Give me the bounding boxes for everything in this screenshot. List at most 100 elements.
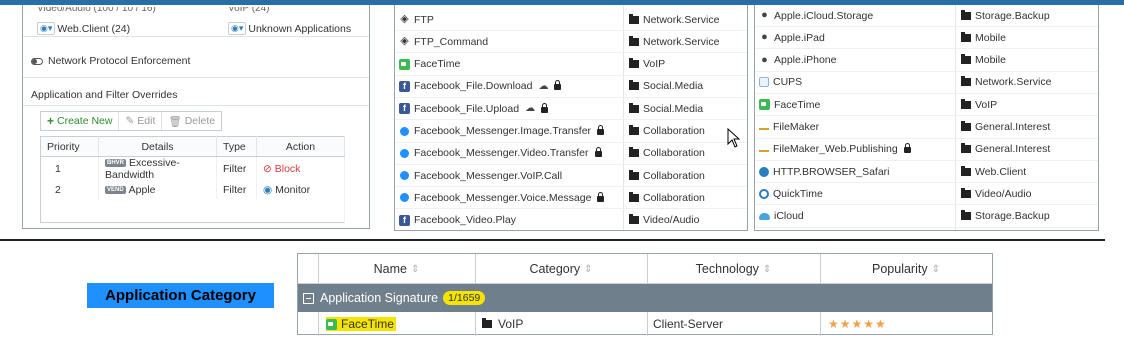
app-category: Network.Service bbox=[961, 76, 1051, 88]
list-item[interactable]: Facebook_Messenger.Voice.Message Collabor… bbox=[395, 187, 747, 210]
list-item[interactable]: CUPS Network.Service bbox=[755, 72, 1098, 94]
list-item[interactable]: ◈ FTP Network.Service bbox=[395, 9, 747, 31]
folder-icon bbox=[961, 76, 971, 87]
create-new-button[interactable]: + Create New bbox=[41, 112, 120, 130]
list-item[interactable]: FileMaker_Web.Publishing General.Interest bbox=[755, 139, 1098, 161]
facebook-icon: f bbox=[399, 214, 410, 226]
list-item[interactable]: FileMaker General.Interest bbox=[755, 117, 1098, 139]
folder-icon bbox=[629, 169, 639, 180]
folder-icon bbox=[961, 121, 971, 131]
app-name-text: Facebook_File.Upload bbox=[414, 102, 520, 115]
list-item[interactable]: ● Apple.iCloud.Storage Storage.Backup bbox=[755, 5, 1098, 27]
app-category-text: Collaboration bbox=[643, 191, 705, 204]
app-category-text: Collaboration bbox=[643, 169, 705, 182]
folder-icon bbox=[629, 147, 639, 158]
app-name-text: Facebook_Messenger.Video.Transfer bbox=[414, 147, 589, 160]
filter-web-client[interactable]: ◉▾ Web.Client (24) bbox=[37, 22, 130, 35]
messenger-icon bbox=[400, 171, 409, 181]
folder-icon bbox=[961, 31, 971, 42]
app-category-text: VoIP bbox=[975, 98, 998, 111]
apple-icon: ● bbox=[761, 31, 768, 44]
list-item[interactable]: iCloud Storage.Backup bbox=[755, 206, 1098, 228]
app-name-text: Facebook_Messenger.Image.Transfer bbox=[414, 125, 592, 137]
col-technology[interactable]: Technology ⇕ bbox=[647, 254, 820, 284]
app-category-text: Mobile bbox=[975, 31, 1006, 44]
app-category: Collaboration bbox=[629, 191, 705, 204]
app-name: Facebook_Messenger.Video.Transfer bbox=[399, 147, 602, 159]
col-popularity[interactable]: Popularity ⇕ bbox=[820, 254, 992, 284]
app-category-text: General.Interest bbox=[975, 143, 1051, 156]
folder-icon bbox=[629, 35, 639, 46]
row-action: ⊘ Block bbox=[256, 156, 345, 181]
column-divider bbox=[475, 254, 476, 284]
folder-icon bbox=[629, 214, 639, 225]
icloud-icon bbox=[759, 212, 770, 220]
app-category-text: VoIP bbox=[643, 58, 666, 71]
app-name: Facebook_Messenger.VoIP.Call bbox=[399, 170, 562, 182]
filter-unknown-apps[interactable]: ◉▾ Unknown Applications bbox=[228, 22, 351, 35]
folder-icon bbox=[482, 318, 492, 328]
mouse-cursor-icon bbox=[727, 128, 741, 148]
app-category-text: Video/Audio bbox=[975, 187, 1032, 200]
list-item[interactable]: f Facebook_File.Download ☁ Social.Media bbox=[395, 76, 747, 98]
facetime-icon bbox=[326, 318, 337, 330]
overrides-header-row: Priority Details Type Action bbox=[40, 136, 345, 157]
protocol-enforcement-toggle[interactable]: Network Protocol Enforcement bbox=[31, 55, 190, 67]
list-item[interactable]: ● Apple.iPhone Mobile bbox=[755, 50, 1098, 72]
app-category-text: General.Interest bbox=[975, 121, 1051, 133]
apple-icon: ● bbox=[761, 9, 768, 21]
col-category[interactable]: Category ⇕ bbox=[475, 254, 647, 284]
app-name-text: Apple.iPad bbox=[774, 31, 825, 44]
toggle-icon[interactable] bbox=[31, 57, 43, 65]
sort-icon: ⇕ bbox=[410, 263, 420, 275]
col-action[interactable]: Action bbox=[256, 136, 345, 157]
app-name: Facebook_Messenger.Image.Transfer bbox=[399, 125, 605, 137]
app-name: ● Apple.iPhone bbox=[759, 54, 836, 66]
column-divider bbox=[647, 312, 648, 336]
list-item[interactable]: ● Apple.iPad Mobile bbox=[755, 27, 1098, 50]
quicktime-icon bbox=[759, 188, 769, 199]
app-name: f Facebook_File.Download ☁ bbox=[399, 80, 562, 93]
app-name-text: CUPS bbox=[773, 76, 803, 89]
ftp-icon: ◈ bbox=[400, 13, 409, 25]
app-name: ● Apple.iPad bbox=[759, 32, 825, 44]
edit-button[interactable]: ✎ Edit bbox=[119, 112, 163, 130]
table-row[interactable]: FaceTime VoIP Client-Server ★★★★★ bbox=[298, 312, 992, 336]
result-count-badge: 1/1659 bbox=[443, 291, 486, 305]
column-divider bbox=[820, 312, 821, 336]
folder-icon bbox=[961, 187, 971, 198]
table-row[interactable]: 2 VEND Apple Filter ◉ Monitor bbox=[40, 181, 345, 199]
eye-dropdown-icon[interactable]: ◉▾ bbox=[37, 22, 56, 35]
col-priority[interactable]: Priority bbox=[40, 136, 99, 157]
eye-dropdown-icon[interactable]: ◉▾ bbox=[228, 22, 247, 35]
group-row[interactable]: Application Signature 1/1659 bbox=[298, 284, 992, 312]
app-name-text: Facebook_File.Download bbox=[414, 80, 533, 93]
app-name: f Facebook_Video.Play bbox=[399, 214, 516, 226]
facebook-icon: f bbox=[399, 103, 410, 115]
list-item[interactable]: Facebook_Messenger.VoIP.Call Collaboratio… bbox=[395, 165, 747, 188]
list-item[interactable]: FaceTime VoIP bbox=[395, 54, 747, 76]
section-divider bbox=[0, 239, 1105, 241]
collapse-icon[interactable] bbox=[303, 292, 314, 304]
app-name-text: HTTP.BROWSER_Safari bbox=[773, 165, 890, 178]
ftp-icon: ◈ bbox=[400, 35, 409, 48]
table-row[interactable]: 1 BHVR Excessive-Bandwidth Filter ⊘ Block bbox=[40, 156, 345, 181]
list-item[interactable]: f Facebook_File.Upload ☁ Social.Media bbox=[395, 98, 747, 121]
app-name-text: FileMaker_Web.Publishing bbox=[773, 143, 898, 156]
list-item[interactable]: Facebook_Messenger.Image.Transfer Collabo… bbox=[395, 121, 747, 143]
row-details: VEND Apple bbox=[98, 181, 217, 199]
list-item[interactable]: HTTP.BROWSER_Safari Web.Client bbox=[755, 161, 1098, 184]
col-type[interactable]: Type bbox=[216, 136, 257, 157]
list-item[interactable]: Facebook_Messenger.Video.Transfer Collabo… bbox=[395, 143, 747, 165]
app-name: HTTP.BROWSER_Safari bbox=[759, 166, 890, 178]
app-name: ● Apple.iCloud.Storage bbox=[759, 10, 873, 22]
list-item[interactable]: f Facebook_Video.Play Video/Audio bbox=[395, 210, 747, 230]
app-category: Mobile bbox=[961, 54, 1006, 66]
col-details[interactable]: Details bbox=[98, 136, 217, 157]
column-divider bbox=[318, 254, 319, 284]
list-item[interactable]: QuickTime Video/Audio bbox=[755, 183, 1098, 206]
delete-button[interactable]: 🗑 Delete bbox=[162, 112, 221, 130]
list-item[interactable]: FaceTime VoIP bbox=[755, 94, 1098, 117]
col-name[interactable]: Name ⇕ bbox=[318, 254, 475, 284]
list-item[interactable]: ◈ FTP_Command Network.Service bbox=[395, 31, 747, 54]
